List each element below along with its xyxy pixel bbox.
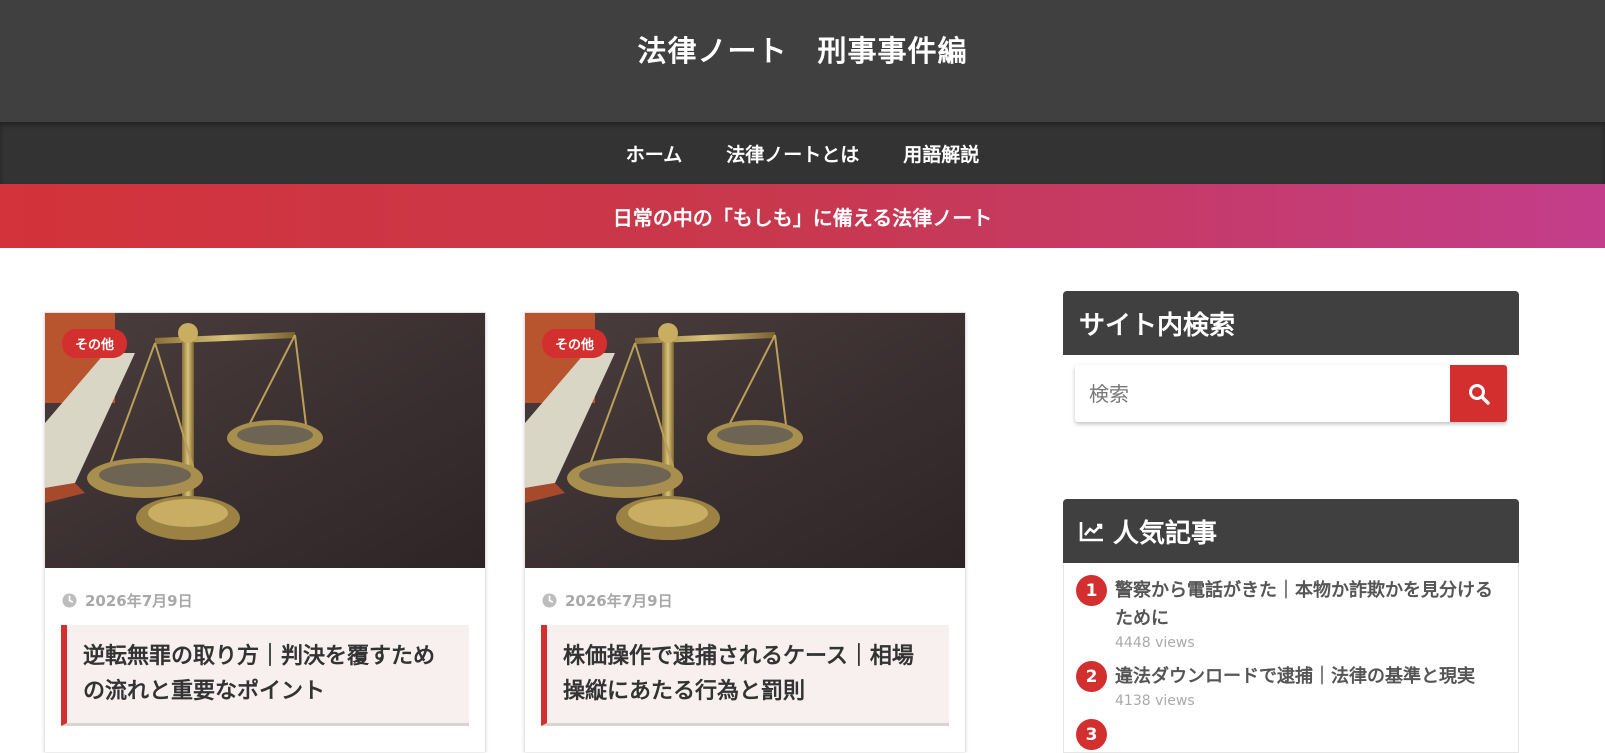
search-input[interactable]: [1075, 365, 1450, 422]
popular-item-views: 4448 views: [1115, 635, 1195, 651]
popular-item[interactable]: 1 警察から電話がきた｜本物か詐欺かを見分けるために 4448 views: [1076, 575, 1504, 651]
rank-badge: 3: [1076, 719, 1107, 750]
category-badge[interactable]: その他: [542, 329, 608, 358]
clock-icon: [62, 593, 77, 608]
trending-chart-icon: [1079, 522, 1103, 542]
global-nav: ホーム 法律ノートとは 用語解説: [0, 122, 1605, 184]
post-card[interactable]: その他 2026年7月9日 株価操作で逮捕されるケース｜相場操縦にあたる行為と罰…: [524, 312, 966, 752]
search-button[interactable]: [1450, 365, 1507, 422]
search-icon: [1468, 383, 1490, 405]
popular-item-title[interactable]: 警察から電話がきた｜本物か詐欺かを見分けるために: [1115, 577, 1504, 633]
popular-posts-widget: 人気記事 1 警察から電話がきた｜本物か詐欺かを見分けるために 4448 vie…: [1063, 499, 1519, 753]
popular-widget-heading: 人気記事: [1063, 499, 1519, 563]
nav-item-home[interactable]: ホーム: [626, 140, 682, 167]
tagline-bar: 日常の中の「もしも」に備える法律ノート: [0, 184, 1605, 248]
post-meta: 2026年7月9日: [542, 590, 965, 611]
clock-icon: [542, 593, 557, 608]
post-title[interactable]: 逆転無罪の取り方｜判決を覆すための流れと重要なポイント: [61, 625, 469, 726]
popular-item-title[interactable]: 違法ダウンロードで逮捕｜法律の基準と現実: [1115, 663, 1504, 691]
site-header: 法律ノート 刑事事件編: [0, 0, 1605, 122]
post-date: 2026年7月9日: [565, 592, 673, 610]
post-meta: 2026年7月9日: [62, 590, 485, 611]
popular-widget-title: 人気記事: [1113, 518, 1218, 549]
popular-item[interactable]: 3: [1076, 719, 1504, 750]
rank-badge: 1: [1076, 575, 1107, 606]
search-widget-heading: サイト内検索: [1063, 291, 1519, 355]
post-card[interactable]: その他 2026年7月9日 逆転無罪の取り方｜判決を覆すための流れと重要なポイン…: [44, 312, 486, 752]
rank-badge: 2: [1076, 661, 1107, 692]
post-title[interactable]: 株価操作で逮捕されるケース｜相場操縦にあたる行為と罰則: [541, 625, 949, 726]
search-widget: サイト内検索: [1063, 291, 1519, 422]
nav-item-about[interactable]: 法律ノートとは: [726, 140, 859, 167]
site-title[interactable]: 法律ノート 刑事事件編: [637, 28, 967, 70]
popular-item[interactable]: 2 違法ダウンロードで逮捕｜法律の基準と現実 4138 views: [1076, 661, 1504, 709]
search-form: [1075, 365, 1507, 422]
post-thumbnail[interactable]: その他: [45, 313, 485, 568]
category-badge[interactable]: その他: [62, 329, 128, 358]
site-tagline: 日常の中の「もしも」に備える法律ノート: [612, 205, 993, 230]
search-widget-title: サイト内検索: [1079, 310, 1236, 341]
post-date: 2026年7月9日: [85, 592, 193, 610]
popular-item-views: 4138 views: [1115, 693, 1195, 709]
nav-item-glossary[interactable]: 用語解説: [903, 140, 979, 167]
post-thumbnail[interactable]: その他: [525, 313, 965, 568]
popular-list: 1 警察から電話がきた｜本物か詐欺かを見分けるために 4448 views 2 …: [1063, 563, 1519, 753]
